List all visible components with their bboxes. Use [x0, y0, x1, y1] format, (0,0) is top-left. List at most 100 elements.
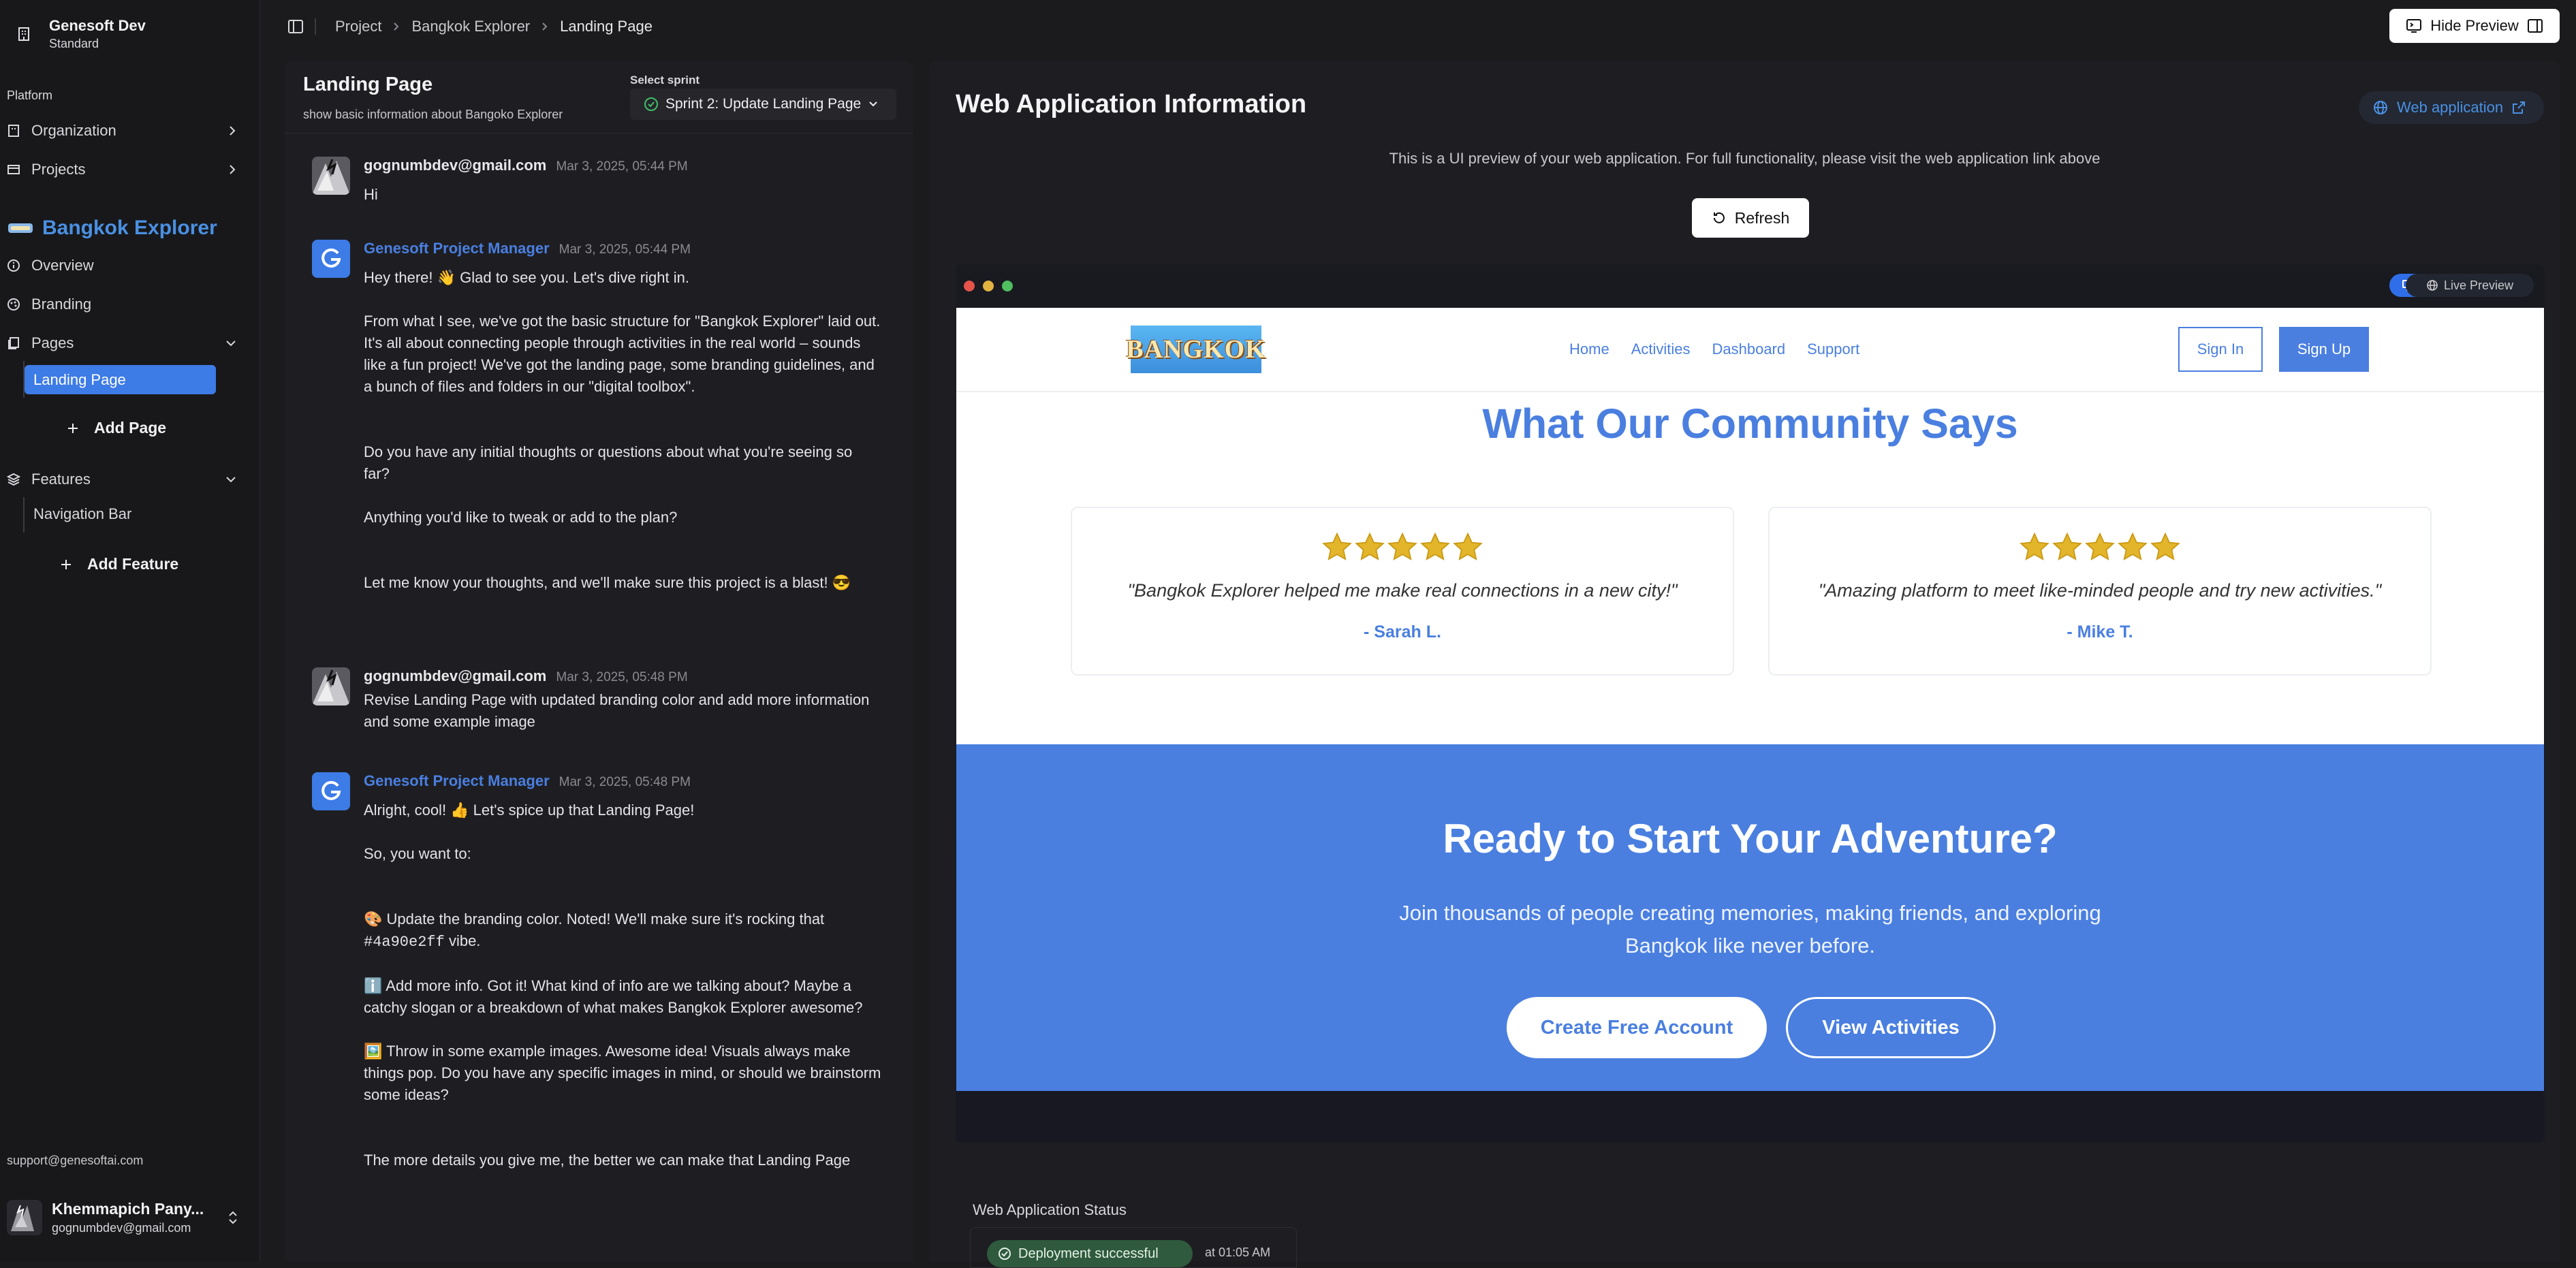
- hide-preview-label: Hide Preview: [2430, 17, 2519, 34]
- breadcrumb-project[interactable]: Project: [335, 18, 381, 35]
- support-email[interactable]: support@genesoftai.com: [7, 1154, 143, 1168]
- chevron-right-icon: [392, 21, 400, 32]
- sidebar: Genesoft Dev Standard Platform Organizat…: [0, 0, 260, 1261]
- view-activities-button[interactable]: View Activities: [1786, 997, 1996, 1058]
- hide-preview-button[interactable]: Hide Preview: [2389, 9, 2560, 43]
- sprint-select[interactable]: Sprint 2: Update Landing Page: [630, 89, 896, 120]
- sidebar-item-label: Organization: [31, 122, 116, 139]
- message-text: 🎨 Update the branding color. Noted! We'l…: [364, 910, 825, 928]
- chevron-down-icon: [225, 475, 237, 484]
- testimonial-author: - Mike T.: [2067, 622, 2133, 641]
- globe-icon: [2372, 99, 2389, 116]
- star-icon: [1453, 533, 1483, 561]
- project-title[interactable]: Bangkok Explorer: [8, 217, 217, 240]
- star-icon: [2020, 533, 2049, 561]
- avatar: [312, 240, 350, 278]
- chat-panel: Landing Page show basic information abou…: [285, 61, 913, 1261]
- refresh-button[interactable]: Refresh: [1692, 198, 1809, 238]
- pages-icon: [7, 336, 20, 350]
- chevrons-up-down-icon: [227, 1209, 238, 1226]
- check-circle-icon: [644, 97, 659, 112]
- deployment-status-badge: Deployment successful: [987, 1240, 1193, 1267]
- preview-panel: Web Application Information Web applicat…: [929, 61, 2560, 1268]
- testimonial-author: - Sarah L.: [1364, 622, 1441, 641]
- site-nav-links: Home Activities Dashboard Support: [1569, 340, 1859, 358]
- message-text: 🖼️ Throw in some example images. Awesome…: [364, 1043, 881, 1103]
- star-icon: [2052, 533, 2082, 561]
- sidebar-item-navigation-bar[interactable]: Navigation Bar: [33, 505, 131, 523]
- sidebar-item-branding[interactable]: Branding: [7, 291, 237, 318]
- preview-icon: [2406, 18, 2422, 34]
- cta-heading: Ready to Start Your Adventure?: [1443, 816, 2058, 861]
- sidebar-item-features[interactable]: Features: [7, 466, 237, 493]
- add-page-button[interactable]: Add Page: [67, 419, 166, 437]
- message-time: Mar 3, 2025, 05:44 PM: [556, 159, 688, 174]
- sidebar-item-label: Pages: [31, 334, 74, 351]
- platform-label: Platform: [7, 89, 53, 102]
- sign-up-button[interactable]: Sign Up: [2279, 327, 2369, 372]
- star-rating: [1770, 533, 2430, 561]
- sidebar-item-pages[interactable]: Pages: [7, 330, 237, 357]
- sidebar-toggle-icon[interactable]: [287, 18, 304, 35]
- live-preview-label: Live Preview: [2443, 278, 2514, 292]
- message-body: Alright, cool! 👍 Let's spice up that Lan…: [364, 799, 881, 1171]
- nav-link-support[interactable]: Support: [1807, 340, 1859, 358]
- message-time: Mar 3, 2025, 05:48 PM: [559, 775, 691, 789]
- project-logo-icon: [8, 223, 33, 233]
- live-preview-button[interactable]: Live Preview: [2406, 274, 2534, 297]
- web-link-label: Web application: [2397, 99, 2504, 116]
- minimize-dot: [983, 281, 994, 291]
- folder-icon: [7, 163, 20, 176]
- sign-in-button[interactable]: Sign In: [2178, 327, 2263, 372]
- star-rating: [1072, 533, 1733, 561]
- status-box: Deployment successful at 01:05 AM: [970, 1227, 1297, 1268]
- nav-link-dashboard[interactable]: Dashboard: [1712, 340, 1785, 358]
- sidebar-item-projects[interactable]: Projects: [7, 156, 237, 183]
- community-heading: What Our Community Says: [1482, 400, 2018, 447]
- close-dot: [964, 281, 975, 291]
- nav-link-activities[interactable]: Activities: [1631, 340, 1691, 358]
- globe-icon: [2426, 279, 2438, 291]
- workspace-plan: Standard: [49, 37, 99, 50]
- info-circle-icon: [7, 259, 20, 272]
- sidebar-item-label: Projects: [31, 161, 86, 178]
- message-text: Revise Landing Page with updated brandin…: [364, 691, 870, 730]
- message-text: Hi: [364, 186, 378, 203]
- message-text: Anything you'd like to tweak or add to t…: [364, 509, 678, 526]
- breadcrumb-bangkok-explorer[interactable]: Bangkok Explorer: [411, 18, 530, 35]
- breadcrumb-landing-page: Landing Page: [560, 18, 653, 35]
- message-text: vibe.: [448, 932, 481, 949]
- workspace-name: Genesoft Dev: [49, 17, 146, 34]
- panel-title: Web Application Information: [956, 90, 1307, 118]
- message-text: The more details you give me, the better…: [364, 1152, 851, 1169]
- star-icon: [2150, 533, 2180, 561]
- sidebar-item-label: Branding: [31, 296, 92, 313]
- message-text: Hey there! 👋 Glad to see you. Let's dive…: [364, 269, 689, 286]
- maximize-dot: [1002, 281, 1013, 291]
- add-feature-button[interactable]: Add Feature: [60, 555, 178, 573]
- site-logo[interactable]: BANGKOK: [1126, 326, 1266, 373]
- workspace-switcher[interactable]: Genesoft Dev Standard: [16, 16, 146, 52]
- chat-subtitle: show basic information about Bangoko Exp…: [303, 108, 563, 121]
- topbar: Project Bangkok Explorer Landing Page Hi…: [260, 0, 2576, 53]
- chevron-down-icon: [868, 100, 879, 108]
- web-application-link[interactable]: Web application: [2359, 91, 2544, 124]
- message-author: gognumbdev@gmail.com: [364, 667, 547, 684]
- chat-header: Landing Page show basic information abou…: [285, 61, 913, 133]
- sprint-value: Sprint 2: Update Landing Page: [665, 96, 862, 112]
- message-author: Genesoft Project Manager: [364, 772, 550, 789]
- browser-frame: Live Preview BANGKOK Home Activities Das…: [956, 264, 2545, 1143]
- plus-icon: [60, 558, 72, 571]
- nav-link-home[interactable]: Home: [1569, 340, 1609, 358]
- building-icon: [7, 124, 20, 138]
- site-preview: BANGKOK Home Activities Dashboard Suppor…: [956, 308, 2544, 1091]
- sprint-label: Select sprint: [630, 74, 700, 86]
- create-free-account-button[interactable]: Create Free Account: [1507, 997, 1767, 1058]
- sidebar-item-landing-page[interactable]: Landing Page: [25, 365, 216, 394]
- message-text: From what I see, we've got the basic str…: [364, 313, 881, 395]
- user-menu[interactable]: Khemmapich Pany... gognumbdev@gmail.com: [7, 1200, 238, 1235]
- avatar: [7, 1200, 42, 1235]
- sidebar-item-overview[interactable]: Overview: [7, 252, 237, 279]
- testimonial-card: "Bangkok Explorer helped me make real co…: [1071, 507, 1734, 676]
- sidebar-item-organization[interactable]: Organization: [7, 117, 237, 144]
